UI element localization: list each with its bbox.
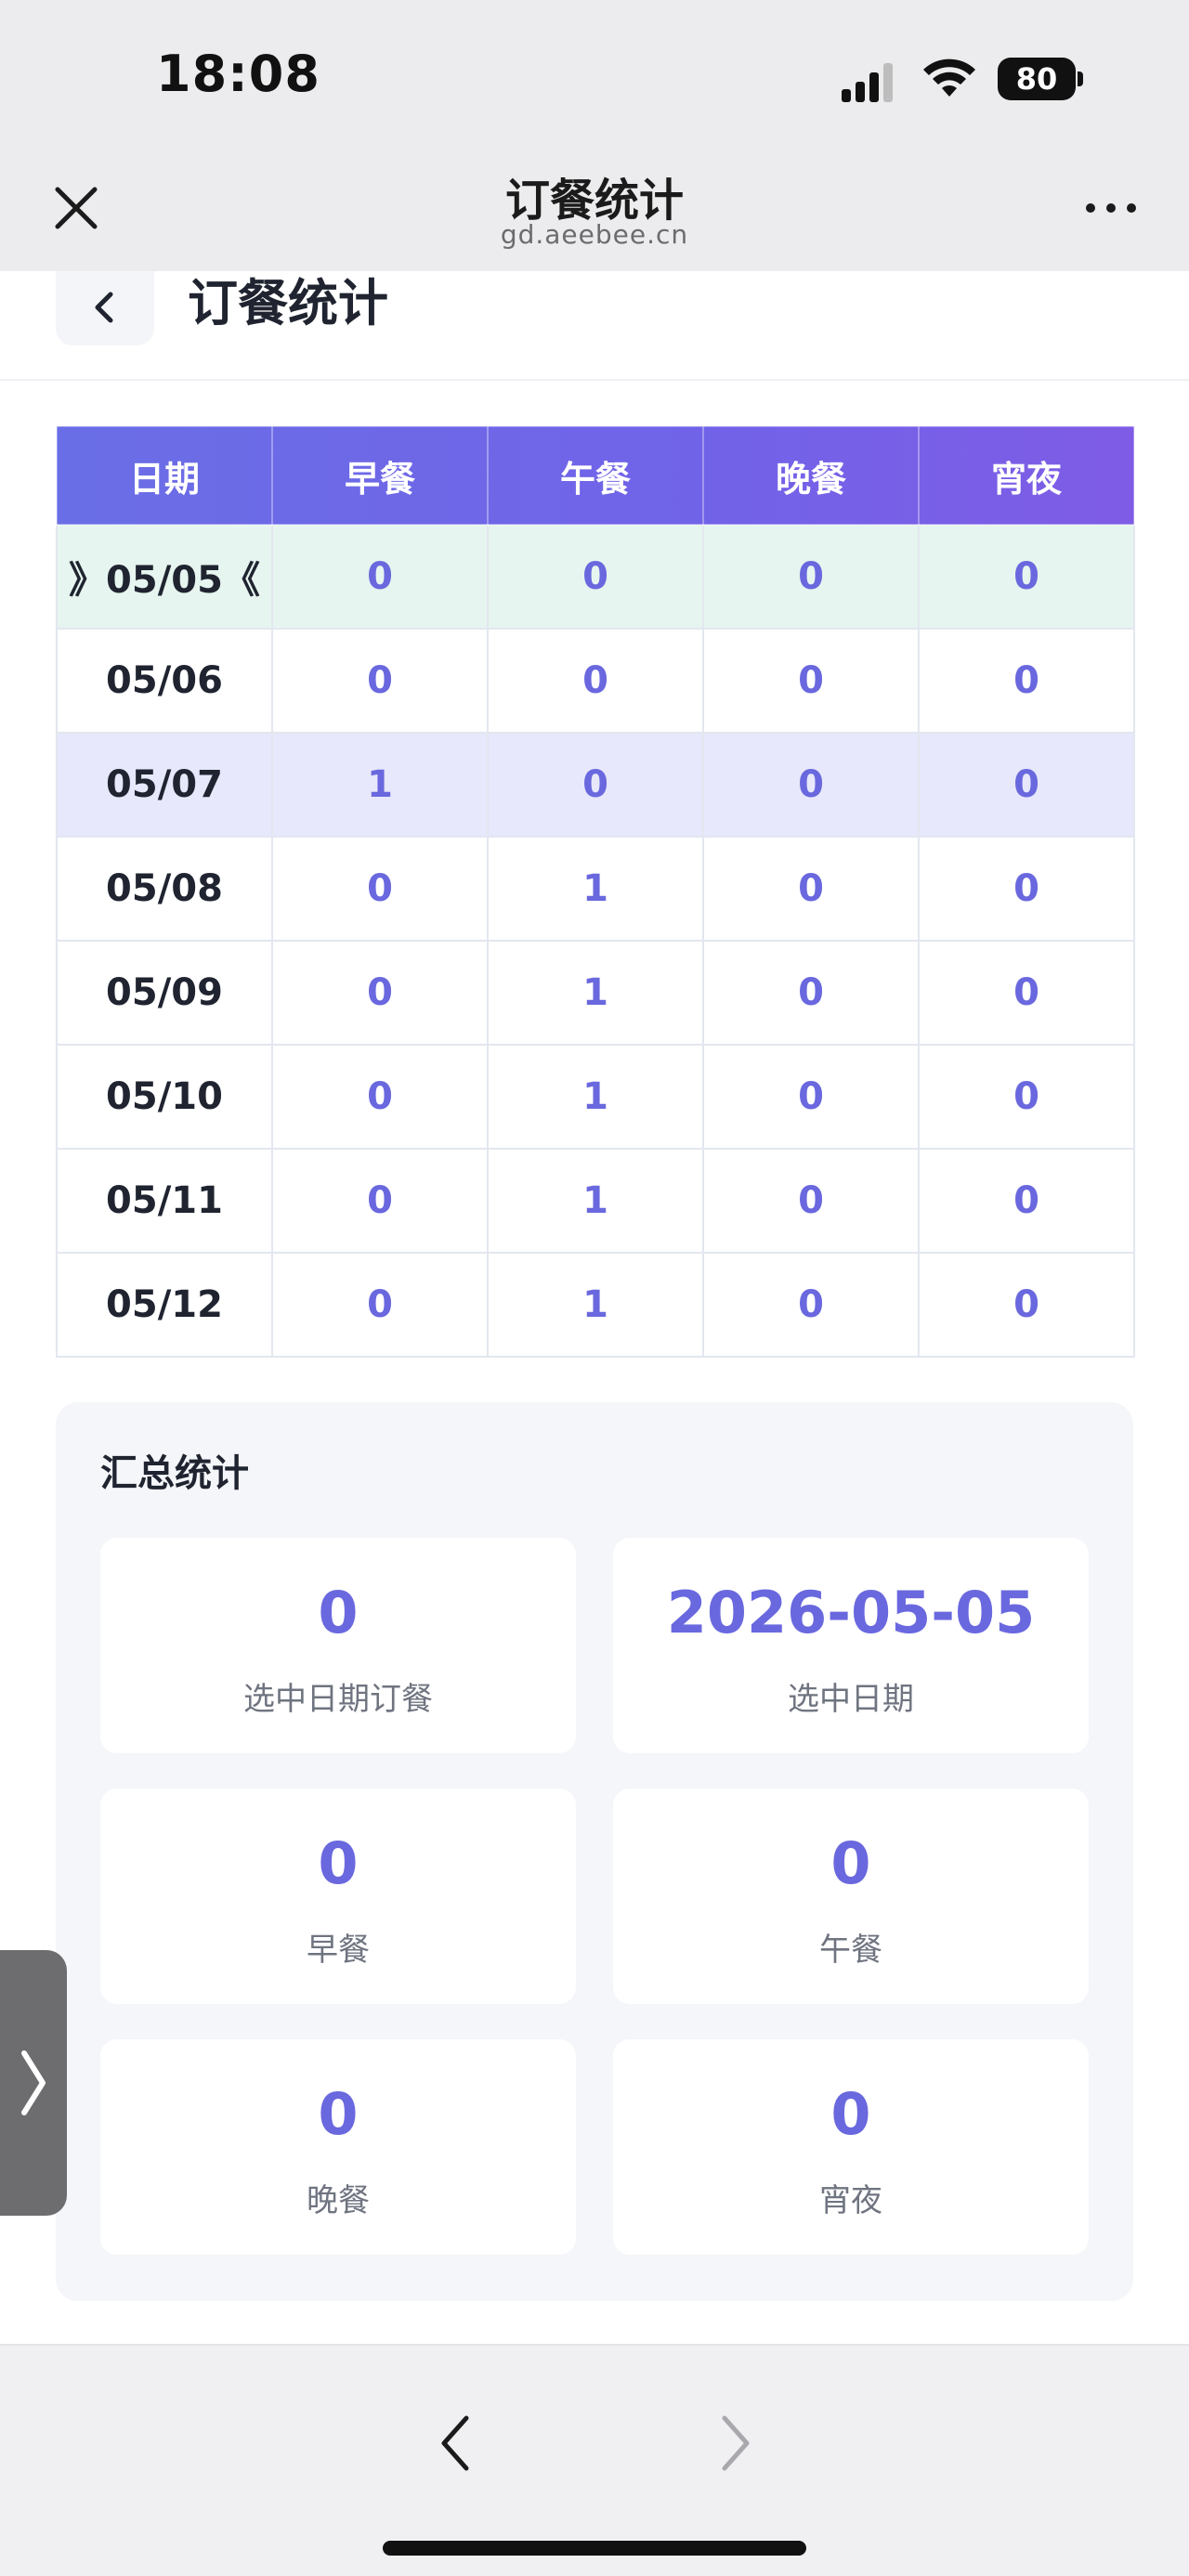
lunch-cell: 0: [487, 628, 704, 734]
table-row[interactable]: 05/09 0 1 0 0: [56, 940, 1135, 1046]
lunch-cell: 0: [487, 732, 704, 838]
battery-indicator: 80: [998, 58, 1083, 100]
table-row[interactable]: 05/08 0 1 0 0: [56, 836, 1135, 942]
stat-label: 选中日期订餐: [243, 1681, 433, 1718]
stat-selected-date-orders: 0 选中日期订餐: [100, 1538, 576, 1753]
lunch-cell: 1: [487, 1148, 704, 1254]
more-options-icon[interactable]: [1083, 195, 1139, 221]
stat-dinner: 0 晚餐: [100, 2039, 576, 2255]
stat-value: 0: [318, 2080, 359, 2148]
cellular-signal-icon: [842, 63, 893, 102]
chevron-right-icon: [21, 2050, 46, 2115]
breakfast-cell: 0: [271, 1044, 489, 1150]
browser-back-icon[interactable]: [433, 2411, 479, 2476]
lunch-cell: 0: [487, 524, 704, 630]
stat-label: 早餐: [307, 1932, 370, 1969]
breakfast-cell: 0: [271, 1148, 489, 1254]
back-button[interactable]: [56, 271, 154, 345]
stat-night-snack: 0 宵夜: [613, 2039, 1089, 2255]
wifi-icon: [923, 59, 975, 97]
date-cell: 05/09: [56, 940, 273, 1046]
browser-url: gd.aeebee.cn: [500, 219, 689, 250]
date-cell: 05/06: [56, 628, 273, 734]
stat-label: 选中日期: [788, 1681, 914, 1718]
date-cell: 05/12: [56, 1252, 273, 1358]
column-header-lunch: 午餐: [487, 425, 704, 526]
meal-stats-table: 日期 早餐 午餐 晚餐 宵夜 》05/05《 0 0 0 0 05/06 0 0…: [56, 425, 1135, 1358]
table-row[interactable]: 05/12 0 1 0 0: [56, 1252, 1135, 1358]
night-cell: 0: [918, 1252, 1135, 1358]
chevron-left-icon: [95, 292, 113, 323]
home-indicator: [383, 2541, 806, 2556]
browser-forward-icon[interactable]: [712, 2411, 758, 2476]
stat-value: 0: [830, 1829, 871, 1897]
dinner-cell: 0: [702, 732, 920, 838]
breakfast-cell: 0: [271, 1252, 489, 1358]
page-title: 订餐统计: [188, 274, 388, 332]
column-header-date: 日期: [56, 425, 273, 526]
dinner-cell: 0: [702, 1148, 920, 1254]
night-cell: 0: [918, 524, 1135, 630]
night-cell: 0: [918, 732, 1135, 838]
night-cell: 0: [918, 940, 1135, 1046]
battery-level: 80: [998, 58, 1076, 100]
stat-selected-date: 2026-05-05 选中日期: [613, 1538, 1089, 1753]
dinner-cell: 0: [702, 524, 920, 630]
battery-cap: [1078, 72, 1083, 86]
breakfast-cell: 1: [271, 732, 489, 838]
night-cell: 0: [918, 1044, 1135, 1150]
stat-label: 晚餐: [307, 2182, 370, 2219]
lunch-cell: 1: [487, 940, 704, 1046]
column-header-dinner: 晚餐: [702, 425, 920, 526]
app-page: 18:08 80 订餐统计 gd.aeebee.cn 订餐统计 日期 早餐 午餐…: [0, 0, 1189, 2576]
column-header-night: 宵夜: [918, 425, 1135, 526]
stat-label: 午餐: [819, 1932, 882, 1969]
table-row[interactable]: 05/11 0 1 0 0: [56, 1148, 1135, 1254]
stat-lunch: 0 午餐: [613, 1789, 1089, 2004]
night-cell: 0: [918, 836, 1135, 942]
table-row[interactable]: 05/10 0 1 0 0: [56, 1044, 1135, 1150]
stat-value: 0: [318, 1829, 359, 1897]
stat-value: 0: [318, 1579, 359, 1646]
dinner-cell: 0: [702, 1044, 920, 1150]
breakfast-cell: 0: [271, 628, 489, 734]
stat-value: 0: [830, 2080, 871, 2148]
stat-breakfast: 0 早餐: [100, 1789, 576, 2004]
table-header-row: 日期 早餐 午餐 晚餐 宵夜: [56, 425, 1135, 526]
breakfast-cell: 0: [271, 940, 489, 1046]
date-cell: 05/08: [56, 836, 273, 942]
date-cell: 05/07: [56, 732, 273, 838]
browser-bottom-bar: [0, 2344, 1189, 2576]
lunch-cell: 1: [487, 1252, 704, 1358]
date-cell: 05/11: [56, 1148, 273, 1254]
date-cell: 05/10: [56, 1044, 273, 1150]
dinner-cell: 0: [702, 940, 920, 1046]
table-row-selected[interactable]: 》05/05《 0 0 0 0: [56, 524, 1135, 630]
summary-title: 汇总统计: [100, 1452, 249, 1495]
lunch-cell: 1: [487, 836, 704, 942]
column-header-breakfast: 早餐: [271, 425, 489, 526]
breakfast-cell: 0: [271, 524, 489, 630]
dinner-cell: 0: [702, 628, 920, 734]
dinner-cell: 0: [702, 836, 920, 942]
night-cell: 0: [918, 1148, 1135, 1254]
night-cell: 0: [918, 628, 1135, 734]
breakfast-cell: 0: [271, 836, 489, 942]
date-cell: 》05/05《: [56, 524, 273, 630]
page-header: 订餐统计: [0, 271, 1189, 381]
status-time: 18:08: [156, 45, 320, 103]
lunch-cell: 1: [487, 1044, 704, 1150]
stat-value: 2026-05-05: [666, 1579, 1036, 1646]
dinner-cell: 0: [702, 1252, 920, 1358]
summary-card: 汇总统计 0 选中日期订餐 2026-05-05 选中日期 0 早餐 0 午餐 …: [56, 1402, 1133, 2301]
table-row-highlighted[interactable]: 05/07 1 0 0 0: [56, 732, 1135, 838]
browser-top-bar: 18:08 80 订餐统计 gd.aeebee.cn: [0, 0, 1189, 271]
side-drawer-handle[interactable]: [0, 1950, 67, 2216]
table-row[interactable]: 05/06 0 0 0 0: [56, 628, 1135, 734]
stat-label: 宵夜: [819, 2182, 882, 2219]
